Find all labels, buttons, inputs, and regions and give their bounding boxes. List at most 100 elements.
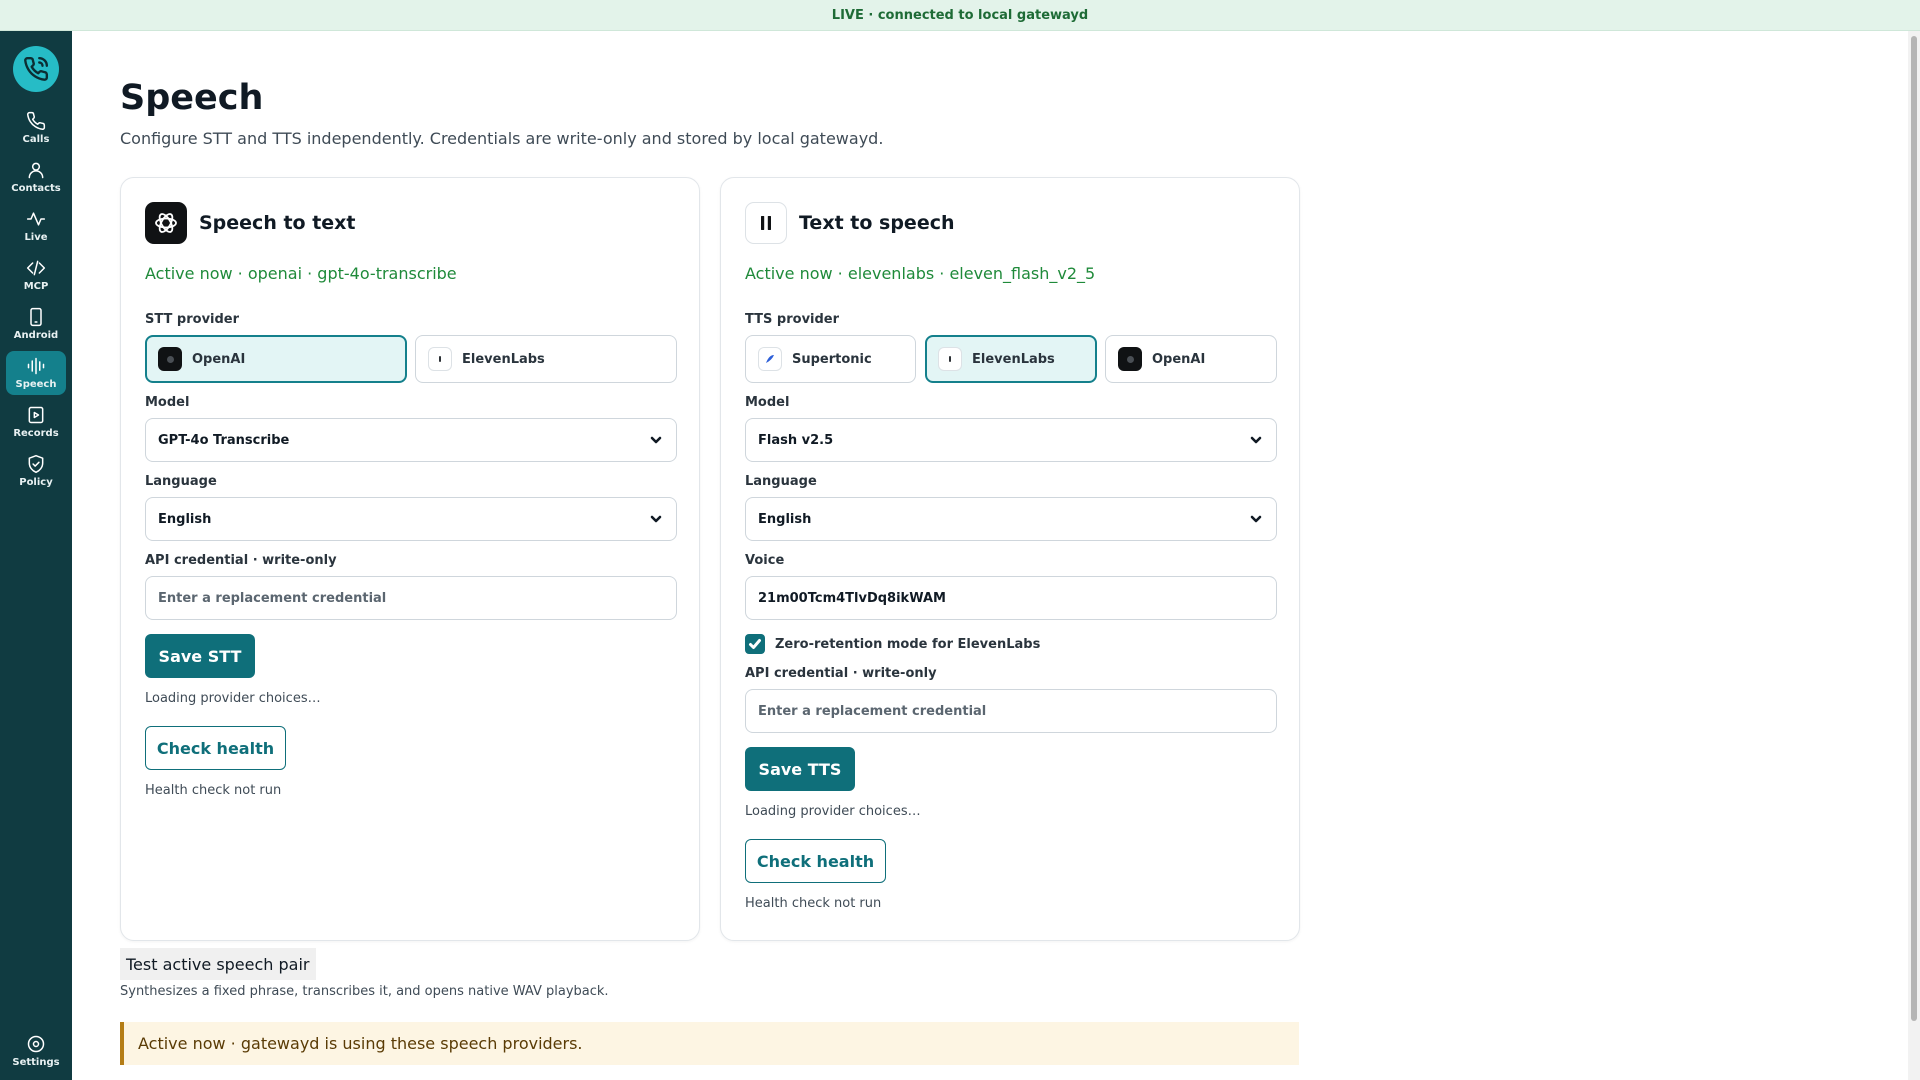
tts-active-status: Active now · elevenlabs · eleven_flash_v…: [745, 264, 1096, 283]
openai-icon: [158, 347, 182, 371]
sidebar-item-calls[interactable]: Calls: [6, 106, 66, 150]
tts-provider-label: TTS provider: [745, 312, 840, 327]
chevron-down-icon: [1250, 434, 1262, 446]
provider-label: Supertonic: [792, 351, 872, 367]
stt-credential-label: API credential · write-only: [145, 553, 337, 568]
shield-check-icon: [28, 454, 44, 474]
tts-voice-value: 21m00Tcm4TlvDq8ikWAM: [758, 590, 946, 606]
tts-provider-elevenlabs[interactable]: ElevenLabs: [925, 335, 1097, 383]
stt-loading-text: Loading provider choices…: [145, 691, 321, 706]
phone-icon: [27, 111, 46, 130]
tts-health-status: Health check not run: [745, 896, 882, 911]
sidebar-item-label: Settings: [12, 1057, 60, 1068]
sidebar-item-label: Policy: [19, 477, 53, 488]
tts-check-health-button[interactable]: Check health: [745, 839, 886, 883]
tts-credential-placeholder: Enter a replacement credential: [758, 703, 987, 719]
sidebar-item-settings[interactable]: Settings: [6, 1029, 66, 1073]
sidebar-item-label: Contacts: [11, 183, 61, 194]
sidebar-item-policy[interactable]: Policy: [6, 449, 66, 493]
sidebar-item-live[interactable]: Live: [6, 204, 66, 248]
sidebar-item-android[interactable]: Android: [6, 302, 66, 346]
stt-credential-placeholder: Enter a replacement credential: [158, 590, 387, 606]
tts-language-label: Language: [745, 474, 817, 489]
sidebar-item-label: Live: [24, 232, 48, 243]
page-scrollbar-thumb[interactable]: [1911, 36, 1917, 1021]
tts-card: Text to speech Active now · elevenlabs ·…: [720, 177, 1300, 941]
page-subtitle: Configure STT and TTS independently. Cre…: [120, 129, 884, 148]
sidebar-item-mcp[interactable]: MCP: [6, 253, 66, 297]
chevron-down-icon: [650, 434, 662, 446]
tts-provider-supertonic[interactable]: Supertonic: [745, 335, 916, 383]
phone-icon: [24, 56, 49, 81]
stt-language-label: Language: [145, 474, 217, 489]
test-speech-pair-title: Test active speech pair: [120, 948, 316, 980]
active-providers-banner: Active now · gatewayd is using these spe…: [120, 1022, 1299, 1065]
sidebar: Calls Contacts Live MCP Android Speech R…: [0, 31, 72, 1080]
supertonic-icon: [758, 347, 782, 371]
sidebar-item-label: Android: [13, 330, 59, 341]
connection-status-bar: LIVE · connected to local gatewayd: [0, 0, 1920, 31]
stt-health-status: Health check not run: [145, 783, 282, 798]
tts-language-select[interactable]: English: [745, 497, 1277, 541]
sidebar-item-label: Speech: [15, 379, 57, 390]
page-title: Speech: [120, 78, 264, 118]
elevenlabs-icon: [428, 347, 452, 371]
save-stt-button[interactable]: Save STT: [145, 634, 255, 678]
chevron-down-icon: [650, 513, 662, 525]
elevenlabs-icon: [938, 347, 962, 371]
stt-model-select[interactable]: GPT-4o Transcribe: [145, 418, 677, 462]
provider-label: OpenAI: [192, 351, 246, 367]
tts-loading-text: Loading provider choices…: [745, 804, 921, 819]
tts-language-value: English: [758, 511, 812, 527]
sidebar-item-label: Calls: [22, 134, 50, 145]
stt-check-health-button[interactable]: Check health: [145, 726, 286, 770]
zero-retention-row[interactable]: Zero-retention mode for ElevenLabs: [745, 634, 1040, 654]
openai-icon: [145, 202, 187, 244]
gear-icon: [27, 1035, 45, 1053]
stt-card-header: Speech to text: [145, 202, 356, 244]
stt-model-label: Model: [145, 395, 190, 410]
tts-voice-label: Voice: [745, 553, 785, 568]
save-tts-button[interactable]: Save TTS: [745, 747, 855, 791]
tts-provider-openai[interactable]: OpenAI: [1105, 335, 1277, 383]
user-icon: [28, 162, 44, 179]
tts-voice-input[interactable]: 21m00Tcm4TlvDq8ikWAM: [745, 576, 1277, 620]
activity-icon: [26, 212, 46, 226]
check-icon: [749, 639, 761, 649]
tts-model-value: Flash v2.5: [758, 432, 834, 448]
provider-label: OpenAI: [1152, 351, 1206, 367]
stt-language-select[interactable]: English: [145, 497, 677, 541]
tts-credential-input[interactable]: Enter a replacement credential: [745, 689, 1277, 733]
sidebar-item-label: MCP: [23, 281, 49, 292]
elevenlabs-icon: [745, 202, 787, 244]
sidebar-item-label: Records: [13, 428, 59, 439]
tts-model-select[interactable]: Flash v2.5: [745, 418, 1277, 462]
code-icon: [26, 260, 46, 276]
chevron-down-icon: [1250, 513, 1262, 525]
stt-provider-openai[interactable]: OpenAI: [145, 335, 407, 383]
zero-retention-label: Zero-retention mode for ElevenLabs: [775, 636, 1041, 652]
tts-credential-label: API credential · write-only: [745, 666, 937, 681]
tts-card-header: Text to speech: [745, 202, 955, 244]
sidebar-item-speech[interactable]: Speech: [6, 351, 66, 395]
zero-retention-checkbox[interactable]: [745, 634, 765, 654]
play-file-icon: [28, 406, 44, 424]
waveform-icon: [27, 357, 45, 375]
connection-status-text: LIVE · connected to local gatewayd: [831, 7, 1089, 23]
stt-card-title: Speech to text: [199, 212, 356, 234]
stt-card: Speech to text Active now · openai · gpt…: [120, 177, 700, 941]
test-speech-pair-subtitle: Synthesizes a fixed phrase, transcribes …: [120, 984, 609, 999]
app-logo[interactable]: [13, 46, 59, 92]
tts-card-title: Text to speech: [799, 212, 955, 234]
stt-provider-elevenlabs[interactable]: ElevenLabs: [415, 335, 677, 383]
stt-active-status: Active now · openai · gpt-4o-transcribe: [145, 264, 457, 283]
openai-icon: [1118, 347, 1142, 371]
smartphone-icon: [30, 307, 42, 327]
provider-label: ElevenLabs: [972, 351, 1055, 367]
provider-label: ElevenLabs: [462, 351, 545, 367]
sidebar-item-records[interactable]: Records: [6, 400, 66, 444]
stt-provider-label: STT provider: [145, 312, 240, 327]
stt-credential-input[interactable]: Enter a replacement credential: [145, 576, 677, 620]
sidebar-item-contacts[interactable]: Contacts: [6, 155, 66, 199]
stt-model-value: GPT-4o Transcribe: [158, 432, 290, 448]
